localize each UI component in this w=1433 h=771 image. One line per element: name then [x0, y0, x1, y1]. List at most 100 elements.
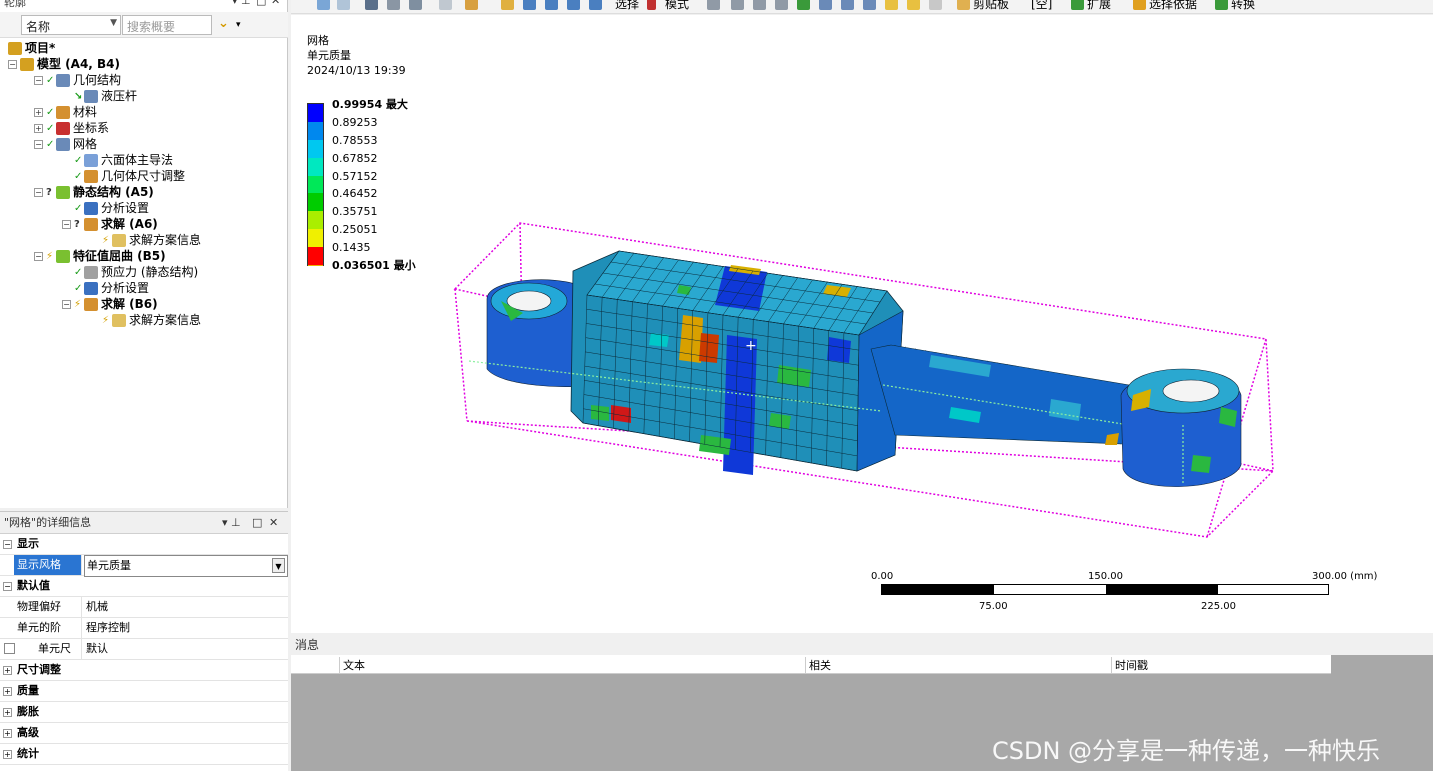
lightning-icon: ⚡ — [102, 314, 110, 326]
mode-menu[interactable]: 模式 — [665, 0, 689, 12]
element-face-icon[interactable] — [819, 0, 832, 10]
zoom-out-icon[interactable] — [337, 0, 350, 10]
maximize-icon[interactable]: □ — [256, 0, 266, 7]
highlight-icon[interactable] — [907, 0, 920, 10]
expand-icon[interactable]: + — [3, 750, 12, 759]
rotate-icon[interactable] — [465, 0, 478, 10]
pin-icon[interactable]: ▾ ⊥ — [232, 0, 251, 7]
collapse-icon[interactable]: − — [3, 582, 12, 591]
collapse-icon[interactable]: − — [34, 252, 43, 261]
tree-node[interactable]: −? 静态结构 (A5) — [34, 184, 154, 200]
graphics-viewport[interactable]: 网格 单元质量 2024/10/13 19:39 0.99954 最大 0.892… — [291, 15, 1433, 633]
tree-node[interactable]: + ✓ 材料 — [34, 104, 97, 120]
convert-icon[interactable] — [1215, 0, 1228, 10]
magnifier-icon[interactable] — [589, 0, 602, 10]
search-input[interactable]: 搜索概要 — [122, 15, 212, 35]
close-icon[interactable]: ✕ — [271, 0, 280, 7]
expand-icon[interactable]: + — [3, 708, 12, 717]
details-group[interactable]: + 膨胀 — [0, 702, 288, 723]
pin-icon[interactable]: ▾ ⊥ — [222, 512, 241, 534]
tree-node[interactable]: ✓ 六面体主导法 — [62, 152, 173, 168]
collapse-icon[interactable]: − — [34, 140, 43, 149]
close-icon[interactable]: ✕ — [269, 512, 278, 534]
body-select-icon[interactable] — [775, 0, 788, 10]
details-group[interactable]: + 质量 — [0, 681, 288, 702]
tree-node[interactable]: ✓ 几何体尺寸调整 — [62, 168, 185, 184]
tree-node[interactable]: 项目* — [8, 40, 55, 56]
wireframe-icon[interactable] — [387, 0, 400, 10]
tree-node[interactable]: − 模型 (A4, B4) — [8, 56, 120, 72]
tree-node[interactable]: − ⚡ 特征值屈曲 (B5) — [34, 248, 166, 264]
details-group[interactable]: − 默认值 — [0, 576, 288, 597]
select-menu[interactable]: 选择 — [615, 0, 639, 12]
expand-icon[interactable]: + — [3, 687, 12, 696]
details-property[interactable]: 单元的阶 程序控制 — [0, 618, 288, 639]
cursor-icon[interactable] — [647, 0, 656, 10]
collapse-icon[interactable]: − — [8, 60, 17, 69]
box-zoom-icon[interactable] — [545, 0, 558, 10]
zoom-fit-icon[interactable] — [567, 0, 580, 10]
col-timestamp[interactable]: 时间戳 — [1111, 657, 1331, 674]
expand-tree-icon[interactable]: ⌄ — [218, 16, 229, 31]
expand-icon[interactable] — [1071, 0, 1084, 10]
col-related[interactable]: 相关 — [805, 657, 1111, 674]
collapse-icon[interactable]: − — [62, 220, 71, 229]
mesh-model[interactable]: + — [291, 15, 1433, 555]
details-property[interactable]: 物理偏好 机械 — [0, 597, 288, 618]
expand-icon[interactable]: + — [3, 666, 12, 675]
tree-node[interactable]: − ⚡ 求解 (B6) — [62, 296, 158, 312]
element-select-icon[interactable] — [841, 0, 854, 10]
tree-node[interactable]: ⚡ 求解方案信息 — [90, 232, 201, 248]
tree-node[interactable]: − ✓ 几何结构 — [34, 72, 121, 88]
tree-node[interactable]: ⚡ 求解方案信息 — [90, 312, 201, 328]
property-value[interactable]: 单元质量 ▼ — [84, 555, 288, 577]
tree-node[interactable]: −? 求解 (A6) — [62, 216, 158, 232]
details-property[interactable]: 单元尺寸默认 — [0, 639, 288, 660]
maximize-icon[interactable]: □ — [252, 512, 262, 534]
tree-node[interactable]: ✓ 预应力 (静态结构) — [62, 264, 198, 280]
select-by-menu[interactable]: 选择依据 — [1149, 0, 1197, 12]
details-group[interactable]: + 统计 — [0, 744, 288, 765]
expand-icon[interactable]: + — [34, 108, 43, 117]
details-group[interactable]: + 尺寸调整 — [0, 660, 288, 681]
col-text[interactable]: 文本 — [339, 657, 805, 674]
vertex-select-icon[interactable] — [707, 0, 720, 10]
collapse-icon[interactable]: − — [34, 76, 43, 85]
tree-node[interactable]: ✓ 分析设置 — [62, 200, 149, 216]
expand-menu[interactable]: 扩展 — [1087, 0, 1111, 12]
clipboard-menu[interactable]: 剪贴板 — [973, 0, 1009, 12]
cube-view-icon[interactable] — [365, 0, 378, 10]
edges-icon[interactable] — [409, 0, 422, 10]
clipboard-icon[interactable] — [957, 0, 970, 10]
outline-titlebar: 轮廓 ▾ ⊥ □ ✕ — [0, 0, 288, 9]
node-select-icon[interactable] — [797, 0, 810, 10]
collapse-icon[interactable]: − — [3, 540, 12, 549]
edge-select-icon[interactable] — [731, 0, 744, 10]
expand-icon[interactable]: + — [3, 729, 12, 738]
property-value-text: 程序控制 — [86, 621, 130, 634]
details-group[interactable]: − 显示 — [0, 534, 288, 555]
select-by-icon[interactable] — [1133, 0, 1146, 10]
face-select-icon[interactable] — [753, 0, 766, 10]
clear-icon[interactable] — [929, 0, 942, 10]
details-group[interactable]: + 高级 — [0, 723, 288, 744]
zoom-icon[interactable] — [523, 0, 536, 10]
zoom-in-icon[interactable] — [317, 0, 330, 10]
collapse-icon[interactable]: − — [34, 188, 43, 197]
property-value-text: 机械 — [86, 600, 108, 613]
filter-combo[interactable]: 名称 ▼ — [21, 15, 121, 35]
tree-node[interactable]: + ✓ 坐标系 — [34, 120, 109, 136]
details-property[interactable]: 显示风格 单元质量 ▼ — [0, 555, 288, 577]
chevron-down-icon[interactable]: ▼ — [272, 558, 285, 573]
convert-menu[interactable]: 转换 — [1231, 0, 1255, 12]
layout-icon[interactable] — [439, 0, 452, 10]
collapse-icon[interactable]: − — [62, 300, 71, 309]
tree-node[interactable]: ↘ 液压杆 — [62, 88, 137, 104]
extend-icon[interactable] — [863, 0, 876, 10]
tree-node[interactable]: − ✓ 网格 — [34, 136, 97, 152]
pan-icon[interactable] — [501, 0, 514, 10]
dropdown-arrow-icon[interactable]: ▾ — [236, 20, 241, 30]
flash-icon[interactable] — [885, 0, 898, 10]
tree-node[interactable]: ✓ 分析设置 — [62, 280, 149, 296]
expand-icon[interactable]: + — [34, 124, 43, 133]
